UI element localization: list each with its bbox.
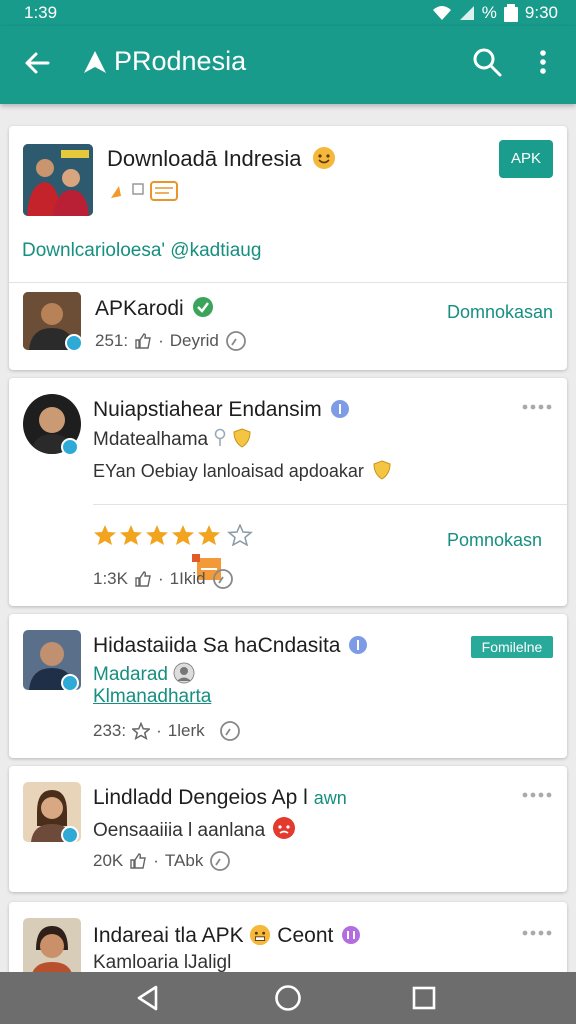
post-subtitle-3: Oensaaiiia l aanlana [93, 816, 296, 842]
post-name-3: Lindladd Dengeios Ap l awn [93, 786, 347, 809]
person-avatar-icon [23, 918, 81, 978]
status-badge: Fomilelne [471, 636, 553, 658]
post-card-2: Hidastaiida Sa haCndasita Fomilelne Mada… [9, 614, 567, 758]
star-outline-icon[interactable] [227, 524, 253, 546]
app-logo-icon [84, 50, 106, 73]
post-subtitle-4: Kamloaria lJaligl [93, 952, 232, 973]
featured-card: Downloadā Indresia APK Downlcarioloesa' … [9, 126, 567, 370]
shield-icon [373, 460, 391, 480]
featured-title: Downloadā Indresia [107, 146, 336, 172]
decorative-emoji-icons [111, 181, 178, 201]
rating-stars [93, 524, 253, 546]
post-avatar-4[interactable] [23, 918, 81, 978]
twitter-badge-icon [65, 334, 83, 352]
post-name-suffix-3: awn [313, 788, 347, 808]
thumbs-up-icon[interactable] [134, 332, 152, 350]
post-meta-2: 233: · 1lerk [93, 720, 241, 742]
post-meta-3: 20K · TAbk [93, 850, 231, 872]
comment-icon[interactable] [209, 850, 231, 872]
post-body-1: EYan Oebiay lanloaisad apdoakar [93, 460, 391, 482]
post-meta-1: 1:3K · 1Ikid [93, 568, 234, 590]
signal-icon [459, 6, 474, 20]
post-name-2: Hidastaiida Sa haCndasita [93, 634, 368, 658]
more-horiz-icon[interactable] [521, 402, 553, 412]
status-icons: % 9:30 [432, 3, 558, 23]
status-bar: 1:39 % 9:30 [0, 0, 576, 26]
post-name-4: Indareai tla APK Ceont [93, 924, 361, 948]
star-filled-icon [146, 525, 168, 545]
status-time: 1:39 [24, 3, 58, 22]
battery-icon [503, 4, 518, 22]
verified-green-icon [192, 297, 213, 317]
twitter-badge-icon [61, 438, 79, 456]
nav-back-icon[interactable] [134, 984, 162, 1012]
star-outline-small-icon[interactable] [132, 722, 151, 740]
star-filled-icon [172, 525, 194, 545]
comment-icon[interactable] [212, 568, 234, 590]
app-bar: PRodnesia [0, 26, 576, 104]
verified-badge-icon [330, 400, 349, 418]
app-title-text: PRodnesia [114, 46, 247, 76]
featured-divider [9, 282, 567, 283]
featured-item-action[interactable]: Domnokasan [447, 302, 553, 323]
pin-icon [215, 428, 226, 446]
people-thumbnail-icon [23, 144, 93, 216]
user-emoji-icon [173, 662, 195, 684]
comment-icon[interactable] [225, 330, 247, 352]
smile-emoji-icon [312, 147, 335, 169]
post-subtitle-1: Mdatealhama [93, 428, 251, 451]
post-name-1: Nuiapstiahear Endansim [93, 398, 350, 422]
featured-link[interactable]: Downlcarioloesa' @kadtiaug [22, 240, 261, 262]
angry-emoji-icon [273, 817, 296, 839]
twitter-badge-icon [61, 674, 79, 692]
verified-badge-icon [349, 636, 368, 654]
thumbs-up-icon[interactable] [129, 852, 147, 870]
more-horiz-icon[interactable] [521, 790, 553, 800]
verified-purple-icon [342, 926, 361, 944]
apk-button[interactable]: APK [499, 140, 553, 178]
battery-percent: % [481, 3, 497, 22]
post-card-3: Lindladd Dengeios Ap l awn Oensaaiiia l … [9, 766, 567, 892]
comment-icon[interactable] [219, 720, 241, 742]
featured-item-meta: 251: · Deyrid [95, 330, 247, 352]
system-nav-bar [0, 972, 576, 1024]
status-right-text: 9:30 [524, 3, 558, 22]
star-filled-icon [94, 525, 116, 545]
post-link-2[interactable]: Klmanadharta [93, 686, 211, 708]
post-card-1: Nuiapstiahear Endansim Mdatealhama EYan … [9, 378, 567, 606]
twitter-badge-icon [61, 826, 79, 844]
more-vert-icon[interactable] [530, 45, 556, 79]
grimace-emoji-icon [250, 924, 271, 946]
search-icon[interactable] [470, 45, 504, 79]
nav-recents-icon[interactable] [410, 984, 438, 1012]
shield-icon [233, 428, 251, 448]
featured-item-name: APKarodi [95, 296, 214, 321]
wifi-icon [432, 6, 451, 20]
post-divider-1 [93, 504, 567, 505]
star-filled-icon [198, 525, 220, 545]
back-arrow-icon[interactable] [20, 46, 54, 80]
thumbs-up-icon[interactable] [134, 570, 152, 588]
nav-home-icon[interactable] [274, 984, 302, 1012]
more-horiz-icon[interactable] [521, 928, 553, 938]
post-action-1[interactable]: Pomnokasn [447, 530, 542, 551]
star-filled-icon [120, 525, 142, 545]
post-card-4: Indareai tla APK Ceont Kamloaria lJaligl [9, 902, 567, 982]
app-title: PRodnesia [82, 46, 246, 77]
post-subtitle-2: Madarad [93, 662, 195, 686]
featured-thumbnail[interactable] [23, 144, 93, 216]
